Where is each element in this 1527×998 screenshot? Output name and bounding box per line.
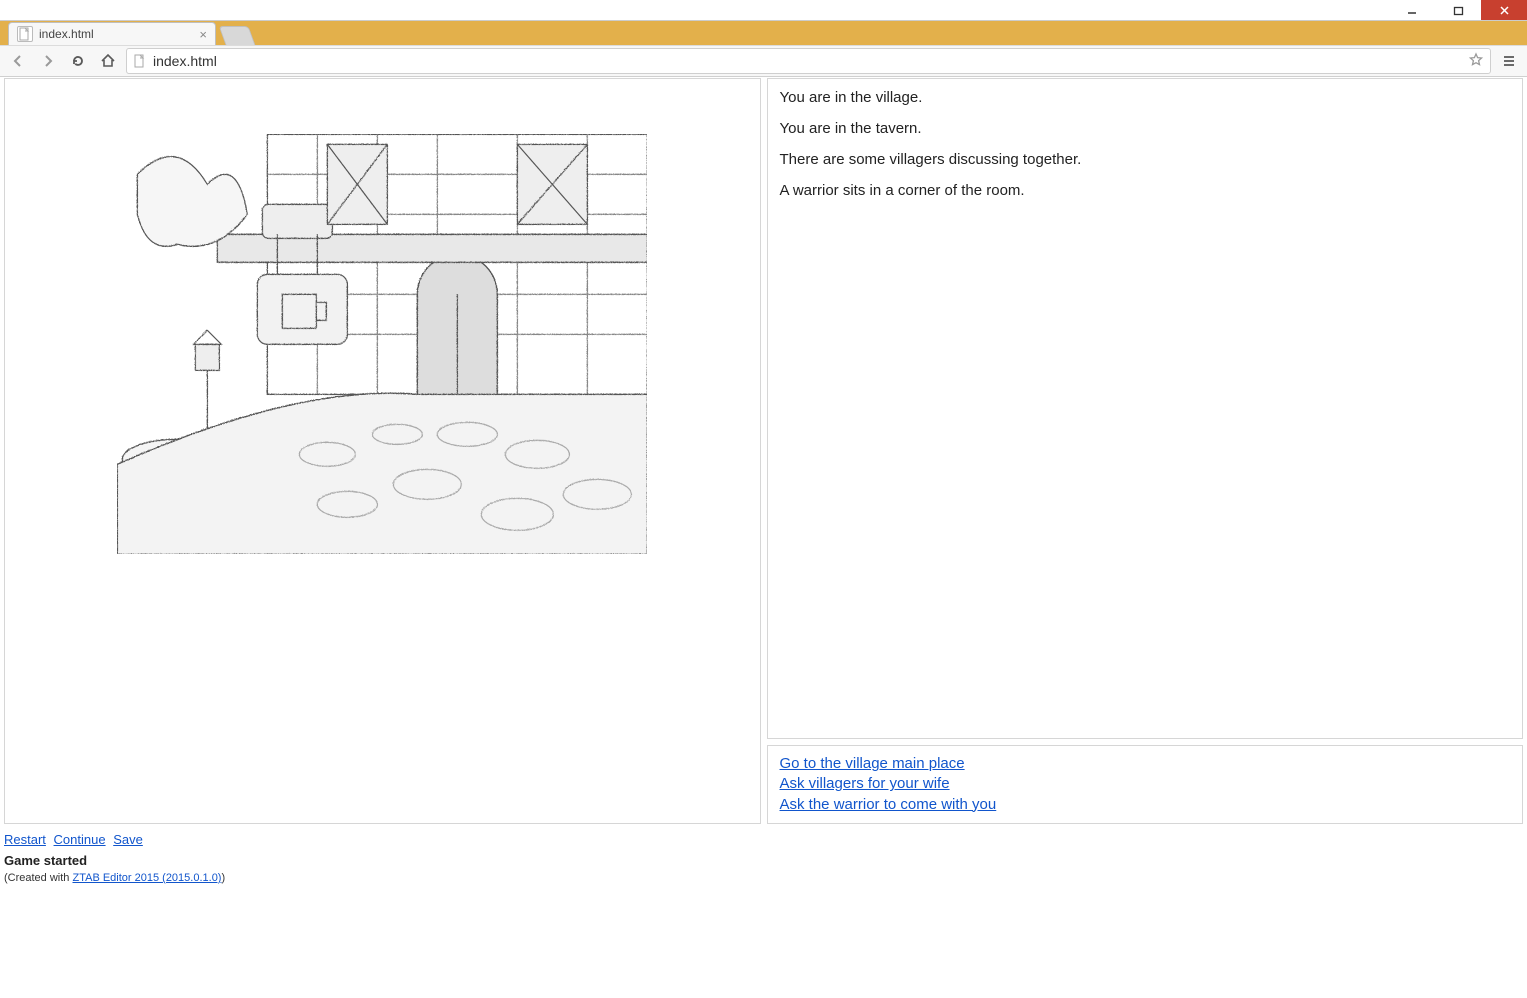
credit-line: (Created with ZTAB Editor 2015 (2015.0.1…: [4, 872, 1523, 884]
hamburger-icon: [1501, 53, 1517, 69]
bookmark-button[interactable]: [1468, 52, 1484, 71]
choice-link[interactable]: Ask the warrior to come with you: [780, 795, 1511, 815]
browser-menu-button[interactable]: [1497, 49, 1521, 73]
credit-prefix: (Created with: [4, 872, 72, 884]
story-line: A warrior sits in a corner of the room.: [780, 182, 1511, 199]
minimize-icon: [1407, 5, 1417, 15]
scene-panel: [4, 78, 761, 824]
home-button[interactable]: [96, 49, 120, 73]
page-icon: [133, 54, 147, 68]
game-grid: You are in the village. You are in the ta…: [4, 78, 1523, 824]
footer-link-continue[interactable]: Continue: [54, 832, 106, 847]
footer-link-save[interactable]: Save: [113, 832, 143, 847]
scene-image: [117, 134, 647, 554]
window-minimize-button[interactable]: [1389, 0, 1435, 20]
star-icon: [1468, 52, 1484, 68]
footer-links: Restart Continue Save: [4, 832, 1523, 847]
window-maximize-button[interactable]: [1435, 0, 1481, 20]
reload-button[interactable]: [66, 49, 90, 73]
tab-strip: index.html ×: [0, 21, 1527, 45]
story-panel: You are in the village. You are in the ta…: [767, 78, 1524, 739]
url-text: index.html: [153, 53, 1462, 69]
maximize-icon: [1453, 5, 1464, 16]
choices-panel: Go to the village main placeAsk villager…: [767, 745, 1524, 824]
credit-suffix: ): [221, 872, 225, 884]
tab-close-button[interactable]: ×: [199, 27, 207, 42]
tab-title: index.html: [39, 27, 94, 41]
arrow-left-icon: [10, 53, 26, 69]
new-tab-button[interactable]: [219, 26, 256, 45]
reload-icon: [70, 53, 86, 69]
browser-tab[interactable]: index.html ×: [8, 22, 216, 45]
window-titlebar: [0, 0, 1527, 21]
choice-link[interactable]: Ask villagers for your wife: [780, 774, 1511, 794]
page-content: You are in the village. You are in the ta…: [0, 77, 1527, 894]
forward-button[interactable]: [36, 49, 60, 73]
arrow-right-icon: [40, 53, 56, 69]
back-button[interactable]: [6, 49, 30, 73]
game-status: Game started: [4, 853, 1523, 868]
credit-link[interactable]: ZTAB Editor 2015 (2015.0.1.0): [72, 872, 221, 884]
page-viewport[interactable]: You are in the village. You are in the ta…: [0, 77, 1527, 998]
file-icon: [17, 26, 33, 42]
address-bar[interactable]: index.html: [126, 48, 1491, 74]
story-line: You are in the tavern.: [780, 120, 1511, 137]
story-line: You are in the village.: [780, 89, 1511, 106]
story-line: There are some villagers discussing toge…: [780, 151, 1511, 168]
window-close-button[interactable]: [1481, 0, 1527, 20]
browser-window: index.html × index.html: [0, 0, 1527, 998]
footer-link-restart[interactable]: Restart: [4, 832, 46, 847]
browser-toolbar: index.html: [0, 45, 1527, 77]
choice-link[interactable]: Go to the village main place: [780, 754, 1511, 774]
close-icon: [1499, 5, 1510, 16]
home-icon: [100, 53, 116, 69]
